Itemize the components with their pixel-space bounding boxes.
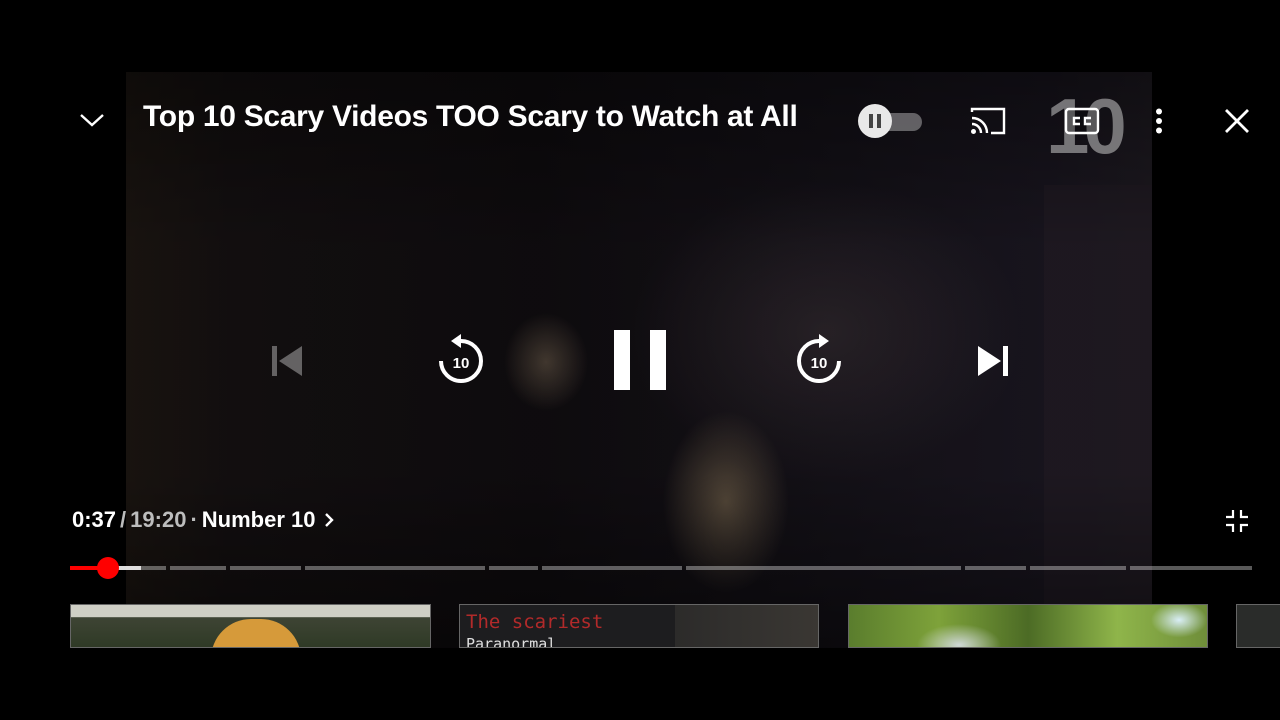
video-player[interactable]: Top 10 Scary Videos TOO Scary to Watch a… (0, 0, 1280, 720)
chapter-segment (305, 566, 485, 570)
player-top-bar: Top 10 Scary Videos TOO Scary to Watch a… (0, 86, 1280, 166)
thumbnail-figure (211, 619, 301, 647)
closed-captions-icon (1064, 107, 1100, 135)
thumbnail-text: Paranormal (466, 635, 557, 648)
captions-area: 10 (1046, 86, 1146, 166)
related-videos-strip: The scariest Paranormal (0, 604, 1280, 648)
chapter-segment (1130, 566, 1252, 570)
time-separator: / (120, 507, 127, 532)
chevron-right-icon (324, 513, 334, 527)
autoplay-knob (858, 104, 892, 138)
exit-fullscreen-button[interactable] (1222, 506, 1252, 536)
close-button[interactable] (1216, 102, 1258, 140)
pause-small-icon (869, 114, 881, 128)
related-video-thumbnail[interactable]: The scariest Paranormal (459, 604, 819, 648)
chapter-segment (170, 566, 226, 570)
chapter-segment (489, 566, 538, 570)
current-time: 0:37 (72, 507, 117, 532)
more-options-button[interactable] (1146, 104, 1172, 138)
close-icon (1225, 109, 1249, 133)
chapter-segment (542, 566, 682, 570)
forward-seconds: 10 (810, 355, 828, 372)
chapter-title: Number 10 (201, 507, 316, 532)
video-title: Top 10 Scary Videos TOO Scary to Watch a… (143, 100, 798, 133)
playback-controls: 10 10 (0, 320, 1280, 400)
related-video-thumbnail[interactable] (1236, 604, 1280, 648)
pause-button[interactable] (604, 324, 676, 396)
pause-icon (614, 330, 666, 390)
chapter-segment (230, 566, 301, 570)
chapter-button[interactable]: Number 10 (202, 507, 336, 533)
captions-button[interactable] (1062, 104, 1102, 138)
related-video-thumbnail[interactable] (70, 604, 431, 648)
previous-button[interactable] (262, 338, 312, 384)
rewind-button[interactable]: 10 (432, 328, 490, 390)
chevron-down-icon (80, 114, 104, 127)
forward-button[interactable]: 10 (790, 328, 848, 390)
cast-button[interactable] (966, 104, 1010, 138)
time-display: 0:37 / 19:20 · Number 10 (72, 505, 336, 535)
skip-previous-icon (272, 346, 302, 376)
scrubber-handle[interactable] (96, 557, 119, 579)
more-vert-icon (1156, 108, 1162, 134)
skip-next-icon (978, 346, 1008, 376)
fullscreen-exit-icon (1226, 510, 1248, 532)
duration: 19:20 (130, 507, 187, 532)
seek-bar[interactable] (70, 557, 1252, 579)
autoplay-toggle[interactable] (858, 104, 924, 138)
cast-icon (970, 107, 1006, 135)
chapter-segment (965, 566, 1026, 570)
minimize-button[interactable] (72, 102, 112, 138)
rewind-seconds: 10 (452, 355, 470, 372)
chapter-segment (1030, 566, 1126, 570)
thumbnail-text: The scariest (466, 611, 604, 633)
chapter-dot: · (190, 507, 198, 532)
related-video-thumbnail[interactable] (848, 604, 1208, 648)
next-button[interactable] (966, 338, 1020, 384)
chapter-segment (686, 566, 961, 570)
